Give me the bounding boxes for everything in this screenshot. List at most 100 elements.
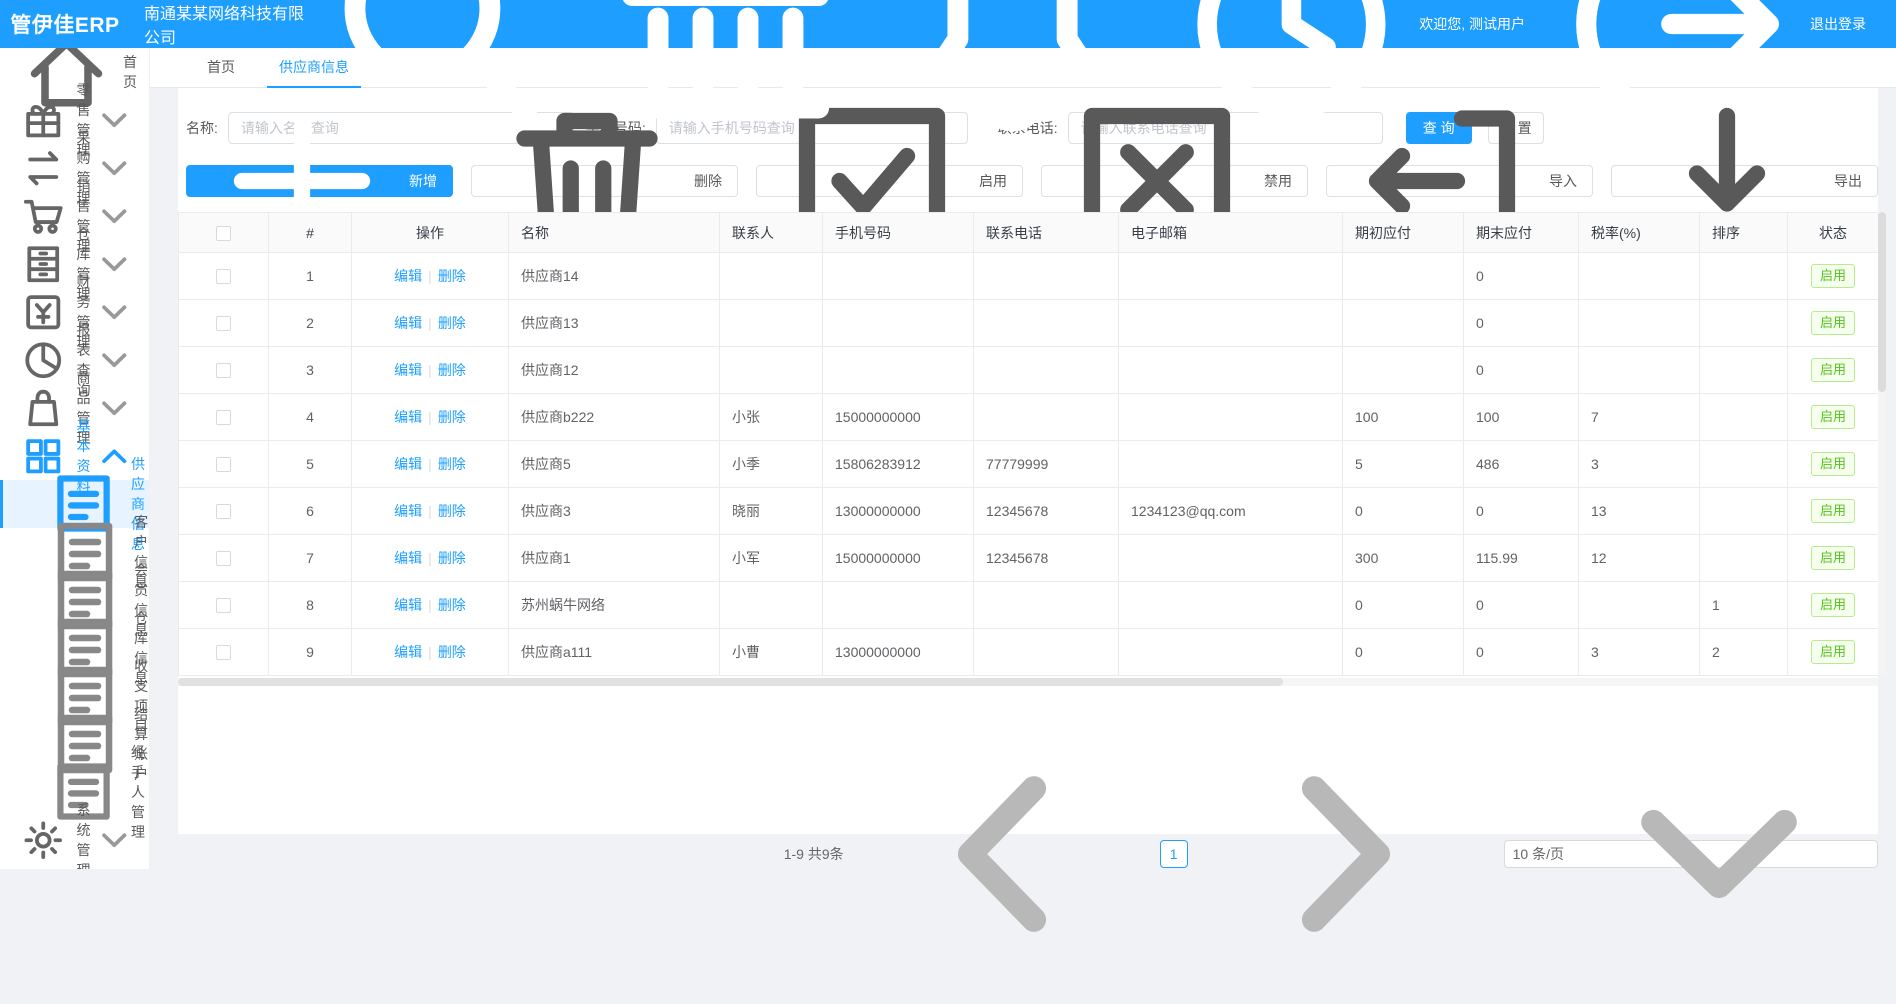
cell-phone: 15806283912 [823,441,974,488]
prev-page-button[interactable] [852,704,1152,1004]
sidebar-item[interactable]: 首页 [0,48,149,96]
company-name: 南通某某网络科技有限公司 [144,0,310,48]
app-header: 管伊佳ERP 南通某某网络科技有限公司 欢迎您, 测试用户 退出登录 [0,0,1896,48]
sidebar-item[interactable]: 仓库管理 [0,240,149,288]
status-badge: 启用 [1811,311,1855,335]
sidebar-item[interactable]: 销售管理 [0,192,149,240]
edit-link[interactable]: 编辑 [394,409,422,425]
edit-link[interactable]: 编辑 [394,503,422,519]
row-actions: 编辑|删除 [352,441,509,488]
delete-link[interactable]: 删除 [438,409,466,425]
cell-phone: 15000000000 [823,394,974,441]
cell-sort [1700,441,1788,488]
delete-link[interactable]: 删除 [438,503,466,519]
status-badge: 启用 [1811,358,1855,382]
cell-contact [720,253,823,300]
row-checkbox[interactable] [216,457,231,472]
cell-name: 供应商12 [509,347,720,394]
row-actions: 编辑|删除 [352,629,509,676]
cell-tel [974,347,1119,394]
row-index: 5 [269,441,352,488]
row-index: 4 [269,394,352,441]
sidebar-item[interactable]: 商品管理 [0,384,149,432]
sidebar-subitem[interactable]: 经手人管理 [0,768,149,816]
row-checkbox[interactable] [216,598,231,613]
status-badge: 启用 [1811,264,1855,288]
column-header: 状态 [1788,213,1879,253]
cell-tax [1579,253,1700,300]
row-checkbox[interactable] [216,410,231,425]
column-header: 联系电话 [974,213,1119,253]
edit-link[interactable]: 编辑 [394,597,422,613]
delete-link[interactable]: 删除 [438,644,466,660]
chevron-down-icon [1569,704,1869,1004]
warehouse-icon [20,241,67,288]
disable-button[interactable]: 禁用 [1041,165,1308,197]
delete-link[interactable]: 删除 [438,268,466,284]
cell-sort: 2 [1700,629,1788,676]
cell-sort [1700,253,1788,300]
chevron-down-icon [91,337,138,384]
row-actions: 编辑|删除 [352,582,509,629]
cell-begin [1343,300,1464,347]
cell-tax [1579,582,1700,629]
row-checkbox[interactable] [216,551,231,566]
row-checkbox[interactable] [216,269,231,284]
edit-link[interactable]: 编辑 [394,456,422,472]
column-header: 手机号码 [823,213,974,253]
row-checkbox[interactable] [216,504,231,519]
edit-link[interactable]: 编辑 [394,362,422,378]
button-label: 启用 [979,171,1007,191]
sidebar-item[interactable]: 财务管理 [0,288,149,336]
select-all-checkbox[interactable] [216,226,231,241]
search-icon[interactable] [310,0,567,153]
row-checkbox[interactable] [216,645,231,660]
sidebar-item[interactable]: 报表查询 [0,336,149,384]
delete-link[interactable]: 删除 [438,550,466,566]
sidebar-item[interactable]: 采购管理 [0,144,149,192]
vertical-scrollbar[interactable] [1878,212,1886,675]
next-page-button[interactable] [1196,704,1496,1004]
welcome-user[interactable]: 欢迎您, 测试用户 [1171,0,1525,144]
cell-begin: 0 [1343,582,1464,629]
bank-icon[interactable] [597,0,854,153]
logout-icon [1555,0,1803,148]
edit-link[interactable]: 编辑 [394,644,422,660]
cell-end: 0 [1464,582,1579,629]
import-button[interactable]: 导入 [1326,165,1593,197]
delete-link[interactable]: 删除 [438,362,466,378]
row-checkbox[interactable] [216,316,231,331]
edit-link[interactable]: 编辑 [394,315,422,331]
sales-icon [20,193,67,240]
column-header: 期初应付 [1343,213,1464,253]
chevron-down-icon [91,241,138,288]
page-number[interactable]: 1 [1160,840,1188,868]
edit-link[interactable]: 编辑 [394,268,422,284]
cell-contact [720,582,823,629]
export-button[interactable]: 导出 [1611,165,1878,197]
delete-link[interactable]: 删除 [438,315,466,331]
delete-link[interactable]: 删除 [438,456,466,472]
cell-contact [720,300,823,347]
page-size-select[interactable]: 10 条/页 [1504,840,1878,868]
cell-tax: 3 [1579,441,1700,488]
cell-phone: 13000000000 [823,629,974,676]
cell-phone [823,300,974,347]
delete-button[interactable]: 删除 [471,165,738,197]
enable-button[interactable]: 启用 [756,165,1023,197]
bell-icon[interactable] [884,0,1141,153]
row-checkbox[interactable] [216,363,231,378]
horizontal-scrollbar[interactable] [178,678,1878,686]
cell-end: 0 [1464,347,1579,394]
cell-begin [1343,347,1464,394]
button-label: 导入 [1549,171,1577,191]
status-badge: 启用 [1811,452,1855,476]
logout-button[interactable]: 退出登录 [1555,0,1866,148]
delete-link[interactable]: 删除 [438,597,466,613]
add-button[interactable]: 新增 [186,165,453,197]
chevron-down-icon [91,385,138,432]
sidebar-menu: 首页零售管理采购管理销售管理仓库管理财务管理报表查询商品管理基本资料供应商信息客… [0,48,149,864]
supplier-table: #操作名称联系人手机号码联系电话电子邮箱期初应付期末应付税率(%)排序状态1编辑… [178,212,1879,676]
chevron-down-icon [91,97,138,144]
edit-link[interactable]: 编辑 [394,550,422,566]
